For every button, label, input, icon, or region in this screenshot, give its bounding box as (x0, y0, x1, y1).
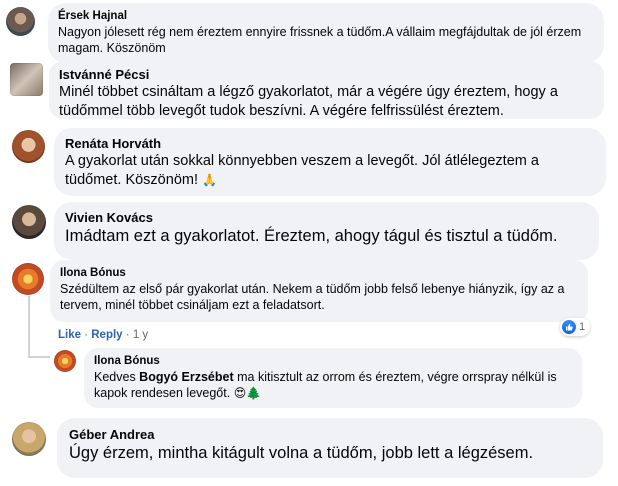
mention-link[interactable]: Bogyó Erzsébet (139, 370, 233, 384)
comment-author[interactable]: Géber Andrea (69, 426, 591, 443)
comment-text: Szédültem az első pár gyakorlat után. Ne… (60, 282, 565, 312)
comment-bubble: Ilona Bónus Szédültem az első pár gyakor… (50, 260, 588, 322)
reaction-count[interactable]: 1 (560, 318, 591, 336)
comment-author[interactable]: Istvánné Pécsi (59, 66, 594, 83)
avatar[interactable] (10, 63, 43, 96)
comment-author[interactable]: Renáta Horváth (65, 135, 595, 152)
comment-author[interactable]: Vivien Kovács (65, 209, 588, 226)
reply-bubble: Ilona Bónus Kedves Bogyó Erzsébet ma kit… (84, 348, 582, 408)
comment-age[interactable]: 1 y (133, 329, 148, 341)
comment-text: Úgy érzem, mintha kitágult volna a tüdőm… (69, 444, 534, 462)
comment-text: Nagyon jólesett rég nem éreztem ennyire … (58, 25, 582, 55)
avatar[interactable] (12, 205, 46, 239)
avatar[interactable] (54, 350, 76, 372)
comment-author[interactable]: Érsek Hajnal (58, 9, 594, 24)
avatar[interactable] (12, 263, 44, 295)
comment-text: A gyakorlat után sokkal könnyebben vesze… (65, 153, 539, 188)
comment-bubble: Vivien Kovács Imádtam ezt a gyakorlatot.… (54, 202, 599, 260)
comment-text: Imádtam ezt a gyakorlatot. Éreztem, ahog… (65, 227, 558, 245)
avatar[interactable] (12, 130, 45, 163)
comment-bubble: Istvánné Pécsi Minél többet csináltam a … (49, 61, 604, 119)
comment-bubble: Érsek Hajnal Nagyon jólesett rég nem ére… (48, 3, 604, 63)
avatar[interactable] (6, 7, 35, 36)
heart-eyes-tree-emoji: 😍🌲 (233, 386, 262, 400)
reaction-number: 1 (579, 321, 586, 333)
comment-actions: Like · Reply · 1 y (58, 329, 149, 341)
comment-text: Minél többet csináltam a légző gyakorlat… (59, 84, 558, 119)
comment-author[interactable]: Ilona Bónus (60, 266, 578, 281)
thread-connector (28, 356, 50, 358)
reply-link[interactable]: Reply (91, 329, 122, 341)
reply-author[interactable]: Ilona Bónus (94, 354, 572, 369)
like-link[interactable]: Like (58, 329, 81, 341)
avatar[interactable] (12, 422, 46, 456)
thread-connector (28, 296, 30, 358)
comment-bubble: Géber Andrea Úgy érzem, mintha kitágult … (57, 418, 603, 478)
like-icon (562, 320, 576, 334)
reply-text-prefix: Kedves (94, 370, 140, 384)
comment-bubble: Renáta Horváth A gyakorlat után sokkal k… (54, 128, 606, 196)
folded-hands-emoji: 🙏 (202, 173, 217, 187)
